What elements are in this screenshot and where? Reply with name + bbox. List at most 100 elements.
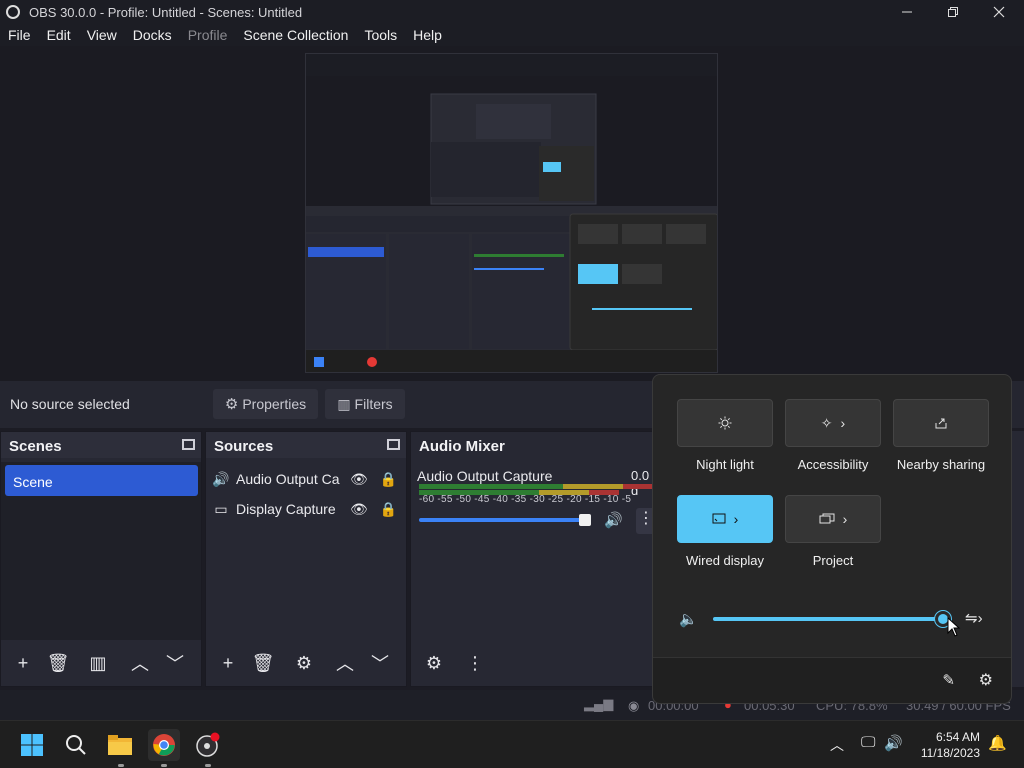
volume-icon[interactable]: 🔊	[884, 734, 903, 752]
project-icon	[819, 513, 835, 524]
menu-scene-collection[interactable]: Scene Collection	[235, 27, 356, 43]
running-indicator	[205, 764, 211, 767]
menu-tools[interactable]: Tools	[356, 27, 405, 43]
preview-canvas[interactable]	[0, 46, 1024, 381]
menu-view[interactable]: View	[79, 27, 125, 43]
project-toggle[interactable]: ›	[785, 495, 881, 543]
float-dock-icon[interactable]	[182, 439, 195, 450]
lock-icon[interactable]: 🔒	[380, 471, 397, 488]
menu-edit[interactable]: Edit	[39, 27, 79, 43]
move-source-up-button[interactable]: ︿	[330, 648, 360, 678]
filters-icon: ▥	[89, 652, 107, 673]
meter-ticks: -60 -55 -50 -45 -40 -35 -30 -25 -20 -15 …	[419, 494, 632, 505]
obs-taskbar-button[interactable]	[192, 729, 224, 761]
wired-display-toggle[interactable]: ›	[677, 495, 773, 543]
nearby-sharing-toggle[interactable]	[893, 399, 989, 447]
speaker-icon[interactable]: 🔊	[604, 511, 623, 529]
scenes-toolbar: + 🗑 ▥ ︿ ﹀	[1, 640, 201, 686]
quick-settings-flyout: Night light ✧ › Accessibility Nearby shar…	[652, 374, 1012, 704]
source-properties-button[interactable]: ⚙	[289, 648, 319, 678]
properties-button[interactable]: ⚙ Properties	[213, 389, 318, 419]
mixer-menu-button[interactable]: ⋮	[460, 648, 490, 678]
system-volume-slider[interactable]	[713, 617, 945, 621]
trash-icon: 🗑	[251, 652, 275, 673]
clock[interactable]: 6:54 AM 11/18/2023	[921, 729, 980, 761]
sources-dock: Sources 🔊 Audio Output Ca 👁 🔒 ▭ Display …	[205, 431, 407, 687]
trash-icon: 🗑	[46, 652, 70, 673]
add-source-button[interactable]: +	[213, 648, 243, 678]
sources-list: 🔊 Audio Output Ca 👁 🔒 ▭ Display Capture …	[206, 462, 406, 640]
folder-icon	[108, 735, 132, 755]
scenes-title: Scenes	[1, 432, 201, 458]
volume-slider-handle[interactable]	[579, 514, 591, 526]
menu-docks[interactable]: Docks	[125, 27, 180, 43]
night-light-label: Night light	[696, 457, 754, 472]
move-source-down-button[interactable]: ﹀	[365, 648, 395, 678]
controls-dock-edge	[1012, 431, 1024, 687]
chevron-up-icon: ︿	[131, 654, 149, 674]
scene-item[interactable]: Scene	[5, 465, 198, 496]
speaker-icon[interactable]: 🔈	[679, 610, 698, 628]
filters-button[interactable]: ▥ Filters	[325, 389, 405, 419]
move-scene-up-button[interactable]: ︿	[125, 648, 155, 678]
advanced-audio-button[interactable]: ⚙	[419, 648, 449, 678]
running-indicator	[118, 764, 124, 767]
search-icon	[66, 735, 86, 755]
title-bar: OBS 30.0.0 - Profile: Untitled - Scenes:…	[0, 0, 1024, 24]
chevron-down-icon: ﹀	[371, 654, 389, 674]
scene-filters-button[interactable]: ▥	[83, 648, 113, 678]
add-scene-button[interactable]: +	[8, 648, 38, 678]
wired-display-label: Wired display	[685, 553, 765, 568]
obs-app-icon	[6, 5, 20, 19]
start-button[interactable]	[16, 729, 48, 761]
channel-name: Audio Output Capture	[417, 468, 553, 484]
restore-button[interactable]	[930, 0, 976, 24]
gear-icon: ⚙	[295, 652, 313, 673]
remove-scene-button[interactable]: 🗑	[43, 648, 73, 678]
quick-settings-footer: ✎ ⚙	[653, 657, 1011, 703]
menu-help[interactable]: Help	[405, 27, 450, 43]
source-item-display[interactable]: ▭ Display Capture 👁 🔒	[206, 496, 406, 522]
sun-icon	[718, 416, 732, 430]
running-indicator	[161, 764, 167, 767]
settings-gear-icon[interactable]: ⚙	[979, 670, 993, 690]
scenes-list: Scene	[1, 462, 201, 640]
show-hidden-icons-chevron-up-icon[interactable]: ︿	[830, 735, 844, 755]
remove-source-button[interactable]: 🗑	[248, 648, 278, 678]
float-dock-icon[interactable]	[387, 439, 400, 450]
volume-slider-track[interactable]	[419, 518, 587, 522]
chevron-down-icon: ﹀	[166, 654, 184, 674]
visibility-eye-icon[interactable]: 👁	[350, 471, 368, 488]
close-button[interactable]	[976, 0, 1022, 24]
notification-bell-icon[interactable]: 🔔	[988, 734, 1007, 752]
accessibility-toggle[interactable]: ✧ ›	[785, 399, 881, 447]
menu-file[interactable]: File	[0, 27, 39, 43]
channel-level: 0.0 d	[631, 468, 650, 498]
monitor-icon: ▭	[214, 500, 228, 517]
audio-mixer-dock: Audio Mixer Audio Output Capture 0.0 d -…	[410, 431, 659, 687]
gear-icon: ⚙	[224, 396, 239, 413]
selection-status: No source selected	[10, 396, 130, 412]
audio-output-select-icon[interactable]: ⇋›	[965, 609, 983, 627]
lock-icon[interactable]: 🔒	[380, 501, 397, 518]
minimize-button[interactable]	[884, 0, 930, 24]
chevron-right-icon: ›	[840, 415, 846, 431]
sources-title: Sources	[206, 432, 406, 458]
nearby-sharing-label: Nearby sharing	[896, 457, 986, 472]
source-item-audio[interactable]: 🔊 Audio Output Ca 👁 🔒	[206, 466, 406, 492]
audio-mixer-title: Audio Mixer	[411, 432, 654, 458]
night-light-toggle[interactable]	[677, 399, 773, 447]
plus-icon: +	[17, 652, 29, 673]
obs-icon	[196, 732, 220, 757]
edit-pencil-icon[interactable]: ✎	[942, 671, 955, 689]
speaker-icon: 🔊	[212, 470, 230, 487]
move-scene-down-button[interactable]: ﹀	[160, 648, 190, 678]
filters-icon: ▥	[337, 395, 351, 412]
menu-profile[interactable]: Profile	[180, 27, 236, 43]
file-explorer-button[interactable]	[104, 729, 136, 761]
chrome-button[interactable]	[148, 729, 180, 761]
visibility-eye-icon[interactable]: 👁	[350, 501, 368, 518]
network-icon[interactable]: 🖵	[861, 734, 875, 751]
search-button[interactable]	[60, 729, 92, 761]
cast-icon	[712, 513, 726, 524]
